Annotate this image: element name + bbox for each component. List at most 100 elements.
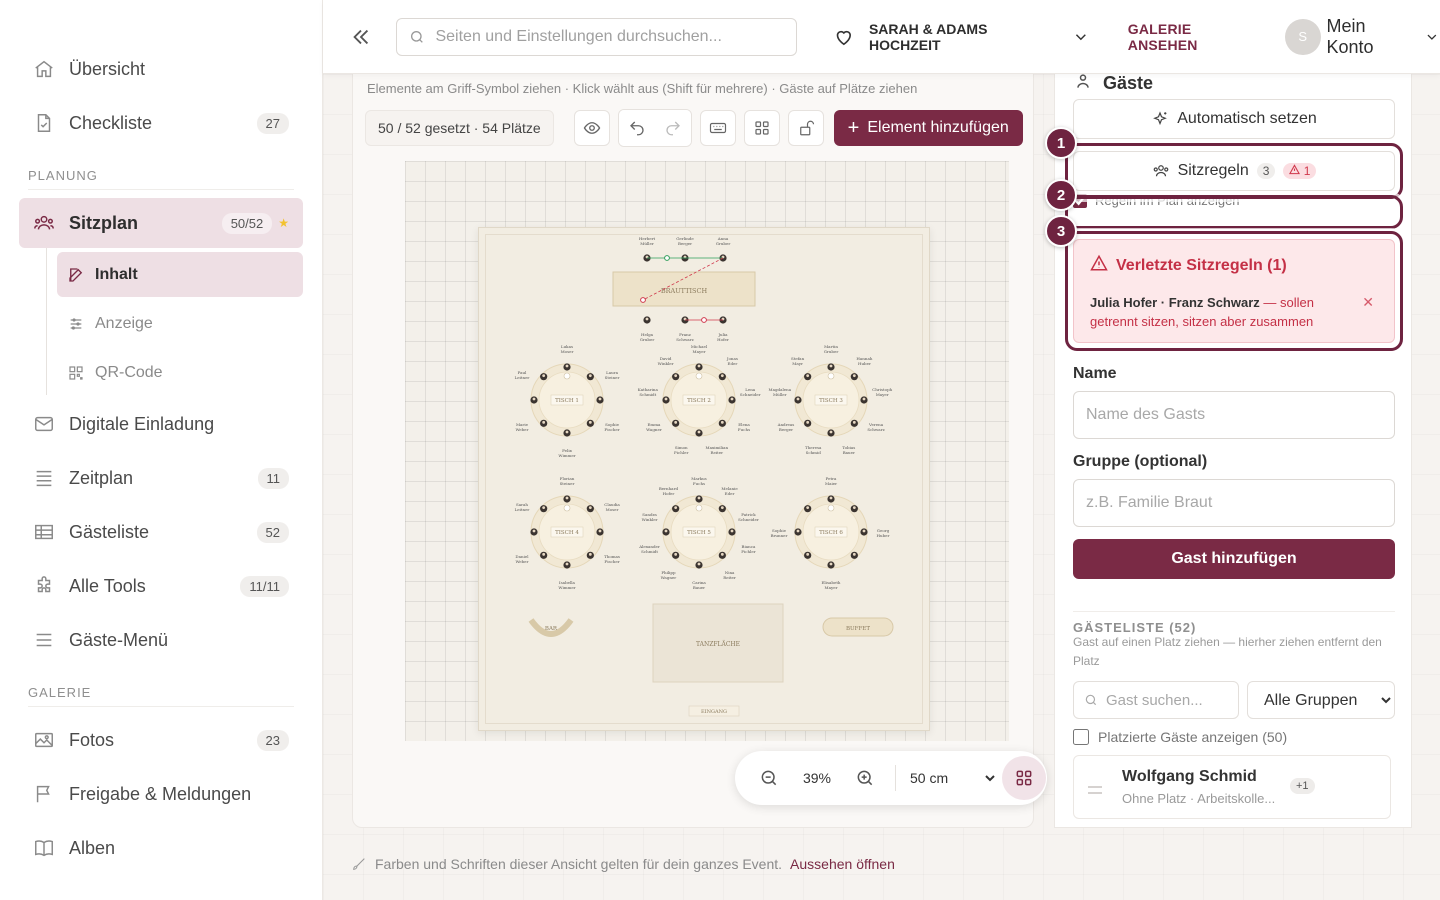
redo-button[interactable]: [654, 110, 691, 146]
sidebar-item-label: Checkliste: [69, 112, 153, 133]
guest-group-input[interactable]: [1073, 479, 1395, 527]
seating-plan[interactable]: BRAUTTISCH Herbert Müller Gerlinde Berger Ann…: [478, 227, 930, 731]
guest-label: Reiter: [723, 575, 736, 580]
plan-drawing: BRAUTTISCHHerbertMüllerGerlindeBergerAnn…: [515, 236, 894, 717]
group-filter-select[interactable]: Alle Gruppen: [1247, 681, 1395, 719]
guest-label: Wimmer: [558, 453, 575, 458]
sitzplan-submenu: Inhalt Anzeige QR-Code: [46, 248, 322, 395]
image-icon: [33, 729, 55, 751]
guest-label: Winkler: [642, 517, 658, 522]
count-badge: 11/11: [240, 575, 289, 597]
sliders-icon: [67, 315, 85, 333]
guest-card[interactable]: Wolfgang Schmid Ohne Platz · Arbeitskoll…: [1073, 755, 1391, 819]
preview-button[interactable]: [573, 110, 610, 146]
appearance-link[interactable]: Aussehen öffnen: [790, 856, 895, 872]
table-label: TISCH 2: [687, 398, 711, 404]
chair-head: [542, 420, 546, 424]
heart-icon: [836, 30, 852, 45]
chair-head: [674, 552, 678, 556]
search-icon: [411, 30, 424, 43]
sidebar-item-zeitplan[interactable]: Zeitplan 11: [19, 453, 303, 503]
layout-button[interactable]: [743, 110, 780, 146]
edit-icon: [67, 266, 85, 284]
grid-icon: [755, 121, 769, 135]
sidebar-item-gaeste-menu[interactable]: Gäste-Menü: [19, 615, 303, 665]
chair-head: [565, 430, 569, 434]
auto-assign-button[interactable]: Automatisch setzen: [1073, 99, 1395, 139]
sub-item-qr-code[interactable]: QR-Code: [57, 350, 303, 395]
grid-size-select[interactable]: 50 cm: [906, 769, 998, 787]
chevron-down-icon: [1427, 34, 1437, 40]
move-handle: [563, 504, 571, 512]
guest-label: Wagner: [661, 575, 677, 580]
sidebar-item-uebersicht[interactable]: Übersicht: [19, 44, 303, 94]
grid-toggle-button[interactable]: [1002, 756, 1046, 800]
guest-label: Weber: [515, 559, 528, 564]
puzzle-icon: [33, 575, 55, 597]
chair-head: [532, 397, 536, 401]
chevron-down-icon: [1075, 33, 1086, 40]
sub-item-inhalt[interactable]: Inhalt: [57, 252, 303, 297]
guest-label: Eder: [725, 491, 735, 496]
add-guest-button[interactable]: Gast hinzufügen: [1073, 539, 1395, 579]
guest-label: Schmidt: [641, 549, 658, 554]
panel-title: Gäste: [1073, 71, 1153, 96]
search-input[interactable]: [435, 27, 797, 46]
chair-head: [862, 397, 866, 401]
chair-head: [720, 506, 724, 510]
sidebar-item-fotos[interactable]: Fotos 23: [19, 715, 303, 765]
guest-label: Pichler: [741, 549, 755, 554]
guest-label: Bauer: [843, 450, 855, 455]
chair-head: [697, 562, 701, 566]
guest-label: Berger: [779, 427, 793, 432]
show-placed-row[interactable]: Platzierte Gäste anzeigen (50): [1073, 729, 1287, 745]
undo-button[interactable]: [618, 110, 655, 146]
guest-search-input[interactable]: [1106, 691, 1226, 709]
sidebar-item-checkliste[interactable]: Checkliste 27: [19, 98, 303, 148]
move-handle: [827, 504, 835, 512]
chair-head: [588, 374, 592, 378]
guest-label: Mayer: [824, 585, 837, 590]
guest-label: Huber: [858, 361, 871, 366]
zoom-in-button[interactable]: [845, 768, 885, 788]
list-icon: [33, 467, 55, 489]
guest-label: Schneider: [740, 392, 761, 397]
plus-one-badge: +1: [1290, 778, 1315, 794]
plus-icon: +: [847, 116, 860, 139]
chair-head: [829, 496, 833, 500]
mail-icon: [33, 413, 55, 435]
collapse-sidebar-button[interactable]: [341, 17, 380, 57]
sidebar-item-alben[interactable]: Alben: [19, 823, 303, 873]
sidebar-item-einladung[interactable]: Digitale Einladung: [19, 399, 303, 449]
show-placed-checkbox[interactable]: [1073, 729, 1089, 745]
chair-head: [806, 506, 810, 510]
guest-label: Eder: [728, 361, 738, 366]
sub-item-anzeige[interactable]: Anzeige: [57, 301, 303, 346]
drag-handle-icon[interactable]: [1088, 782, 1102, 800]
sidebar-item-label: Freigabe & Meldungen: [69, 783, 252, 804]
sidebar-item-label: Gästeliste: [69, 521, 150, 542]
add-element-button[interactable]: + Element hinzufügen: [833, 110, 1023, 146]
event-selector[interactable]: SARAH & ADAMS HOCHZEIT: [833, 21, 1089, 53]
sidebar-item-alle-tools[interactable]: Alle Tools 11/11: [19, 561, 303, 611]
guest-label: Fuchs: [693, 481, 705, 486]
guest-label: Mayer: [876, 392, 889, 397]
rule-dot: [640, 297, 646, 303]
sidebar-item-gaesteliste[interactable]: Gästeliste 52: [19, 507, 303, 557]
sidebar-item-sitzplan[interactable]: Sitzplan 50/52 ★: [19, 198, 303, 248]
keyboard-button[interactable]: [699, 110, 736, 146]
guest-name-input[interactable]: [1073, 391, 1395, 439]
count-badge: 27: [256, 112, 289, 134]
name-label: Name: [1073, 365, 1117, 382]
account-menu[interactable]: S Mein Konto: [1285, 16, 1440, 58]
callout-number-1: 1: [1045, 127, 1077, 159]
sidebar-item-freigabe[interactable]: Freigabe & Meldungen: [19, 769, 303, 819]
zoom-out-button[interactable]: [749, 768, 789, 788]
callout-ring-1: [1065, 143, 1403, 199]
add-element-label: Element hinzufügen: [867, 119, 1009, 136]
guest-label: Schmid: [806, 450, 822, 455]
gallery-view-link[interactable]: GALERIE ANSEHEN: [1128, 21, 1263, 53]
avatar: S: [1285, 18, 1321, 55]
book-icon: [33, 837, 55, 859]
lock-button[interactable]: [787, 110, 824, 146]
